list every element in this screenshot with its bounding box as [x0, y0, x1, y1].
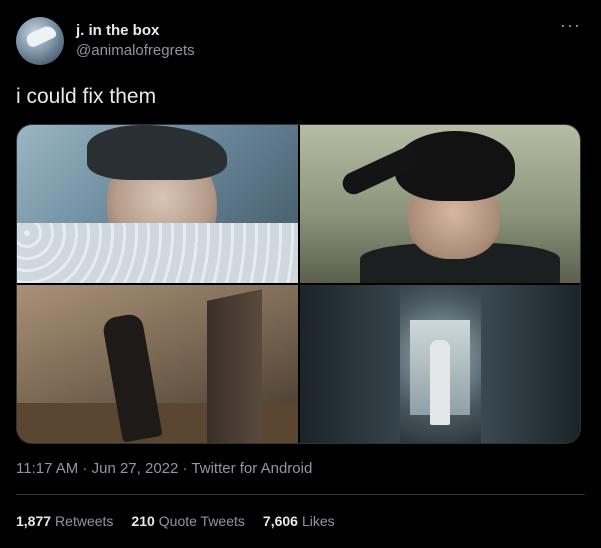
retweets-count: 1,877 — [16, 513, 52, 529]
meta-separator: · — [78, 460, 92, 477]
retweets-stat[interactable]: 1,877 Retweets — [16, 513, 113, 529]
quotes-label: Quote Tweets — [158, 513, 245, 529]
quotes-stat[interactable]: 210 Quote Tweets — [131, 513, 245, 529]
divider — [16, 494, 585, 495]
avatar[interactable] — [16, 17, 64, 65]
media-photo-2[interactable] — [300, 125, 580, 283]
tweet-date[interactable]: Jun 27, 2022 — [92, 460, 179, 477]
media-photo-1[interactable] — [17, 125, 298, 283]
likes-label: Likes — [301, 513, 335, 529]
media-photo-3[interactable] — [17, 285, 298, 443]
media-grid — [16, 124, 581, 444]
likes-count: 7,606 — [262, 513, 298, 529]
author-handle[interactable]: @animalofregrets — [76, 42, 195, 59]
media-photo-4[interactable] — [300, 285, 580, 443]
tweet-stats: 1,877 Retweets 210 Quote Tweets 7,606 Likes — [16, 513, 335, 529]
quotes-count: 210 — [131, 513, 155, 529]
tweet-text: i could fix them — [16, 85, 157, 108]
tweet-meta: 11:17 AM · Jun 27, 2022 · Twitter for An… — [16, 460, 312, 477]
meta-separator: · — [178, 460, 192, 477]
retweets-label: Retweets — [55, 513, 114, 529]
likes-stat[interactable]: 7,606 Likes — [263, 513, 335, 529]
author-name[interactable]: j. in the box — [76, 22, 159, 39]
avatar-figure — [24, 23, 58, 49]
tweet-source[interactable]: Twitter for Android — [191, 460, 312, 477]
more-icon[interactable]: ··· — [560, 16, 581, 34]
tweet-time[interactable]: 11:17 AM — [16, 460, 78, 477]
